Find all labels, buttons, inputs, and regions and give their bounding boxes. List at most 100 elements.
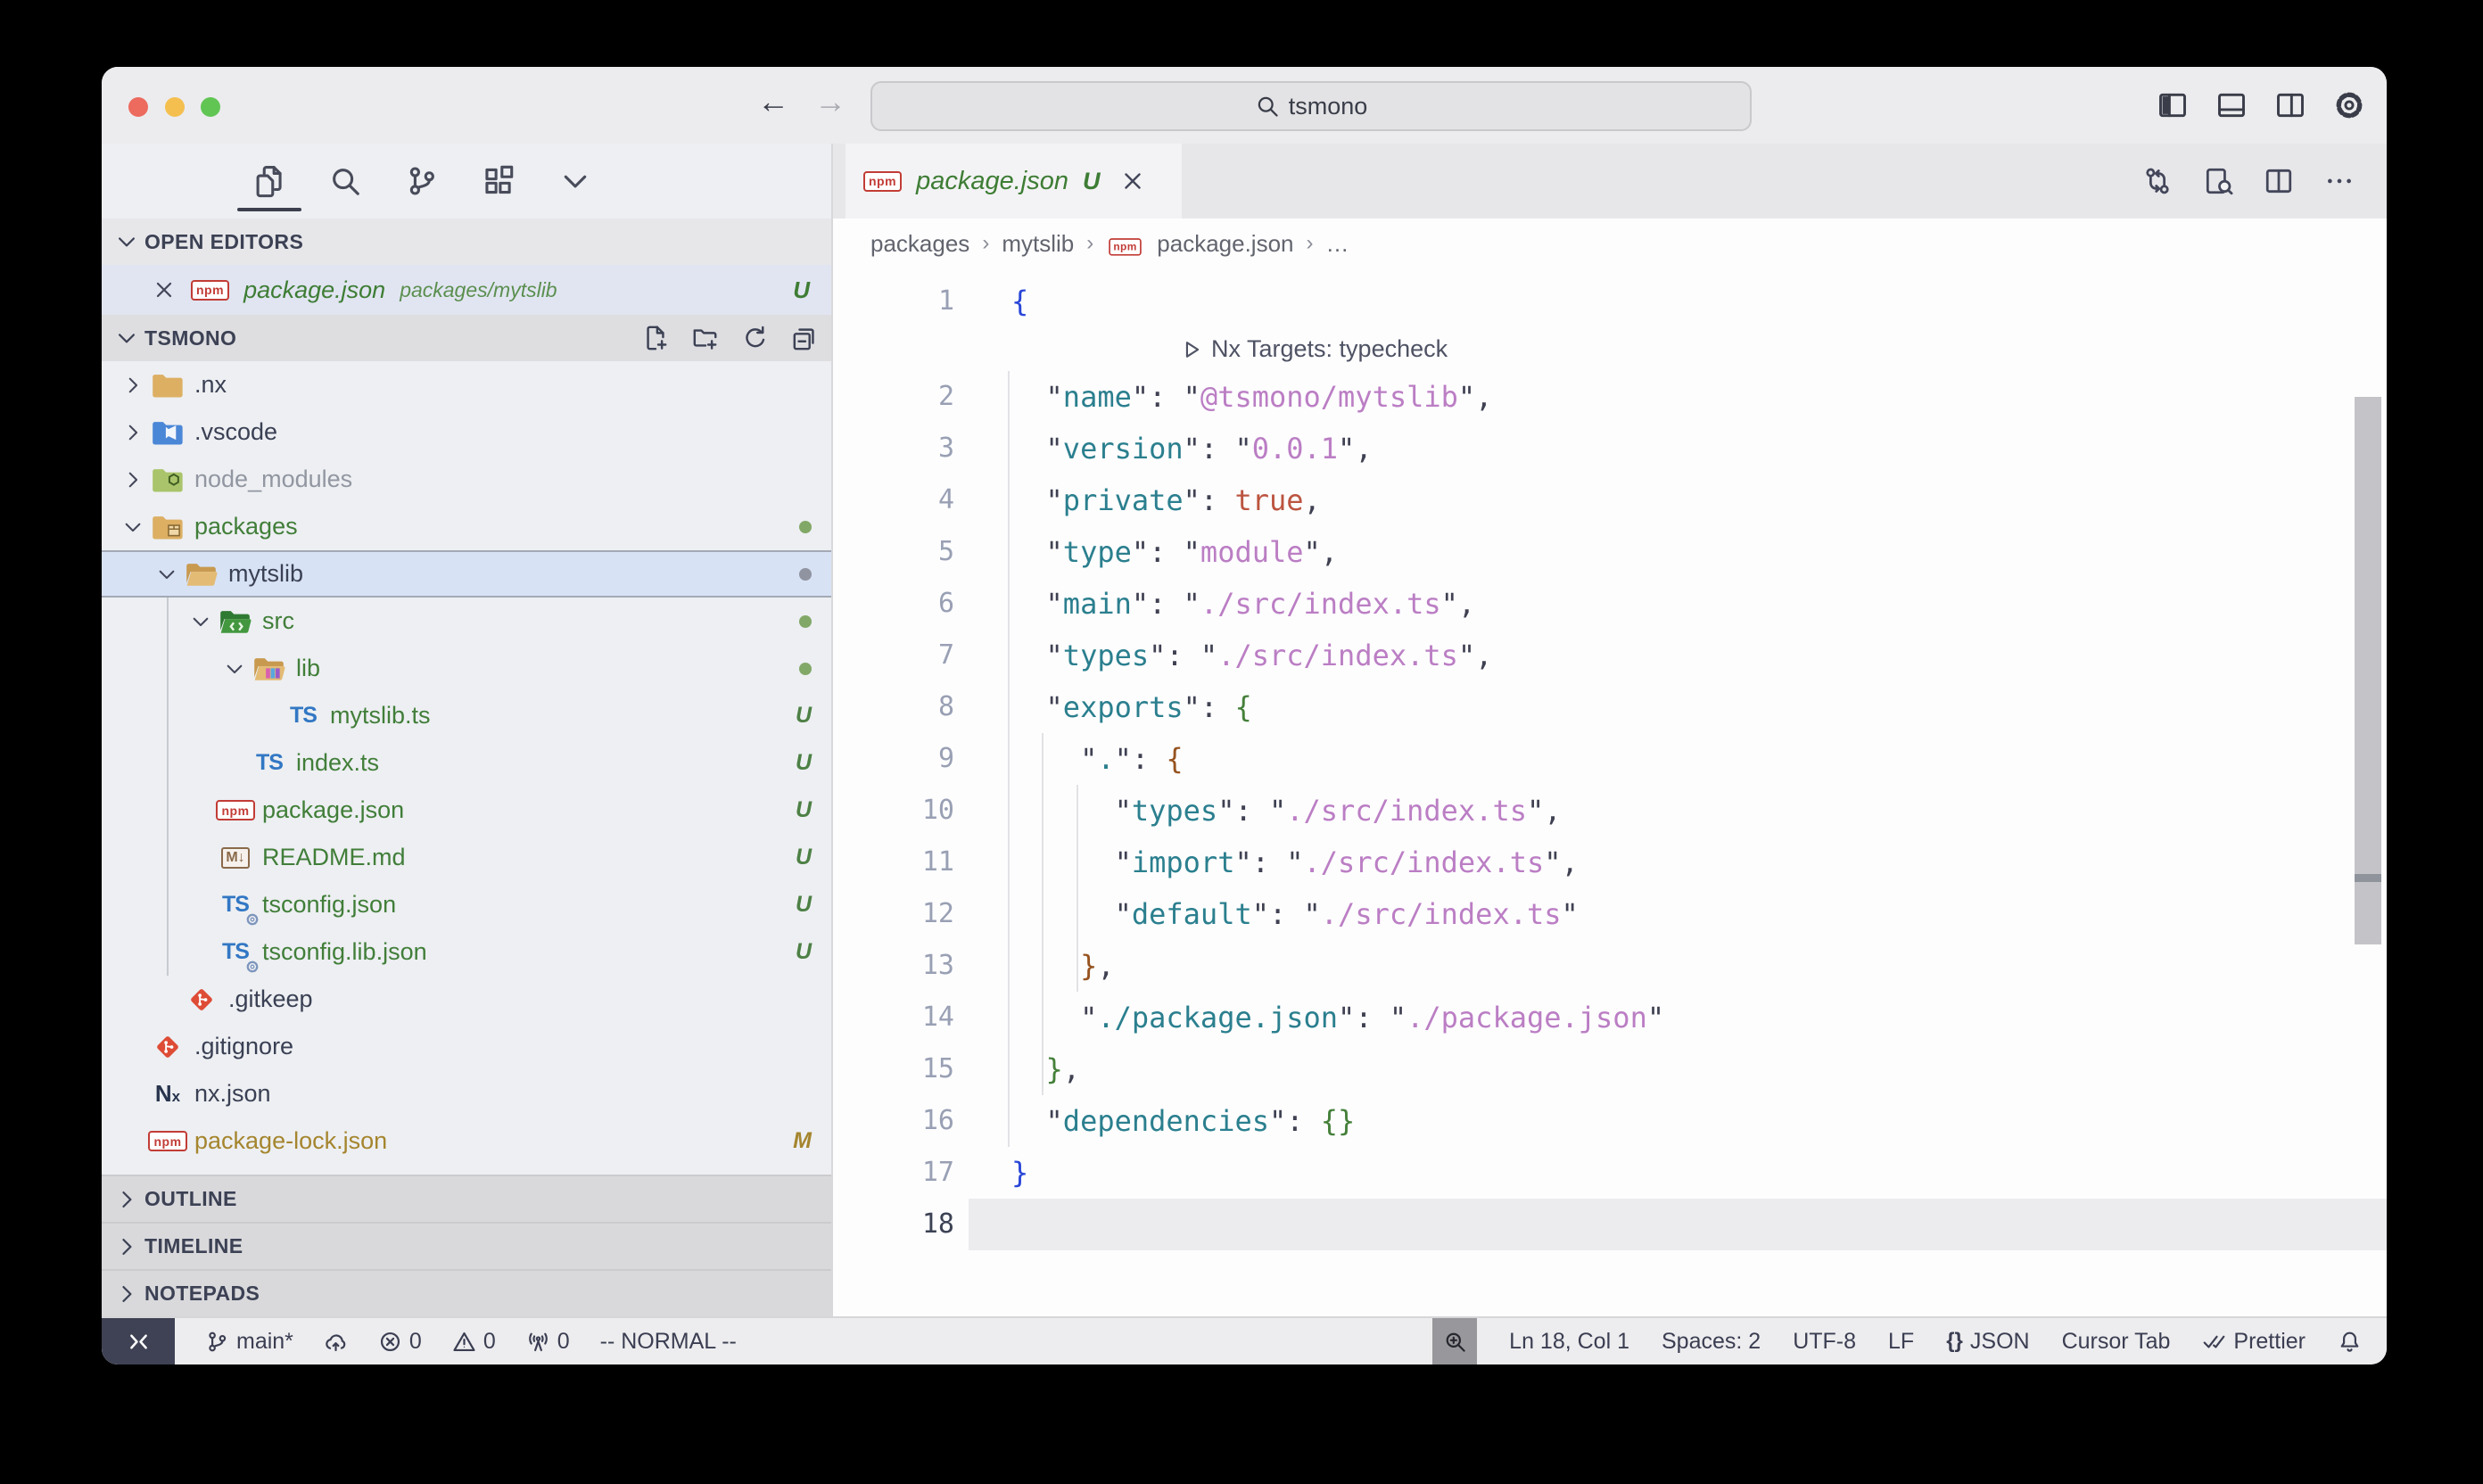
tree-item-README.md[interactable]: M↓README.mdU [102, 834, 831, 881]
sidebar-section-timeline[interactable]: TIMELINE [102, 1222, 831, 1269]
history-back-button[interactable]: ← [751, 83, 796, 120]
code-line[interactable]: 13 }, [833, 940, 2387, 992]
history-forward-button[interactable]: → [808, 83, 853, 120]
tree-item-package-lock.json[interactable]: npmpackage-lock.jsonM [102, 1117, 831, 1165]
new-file-icon[interactable] [642, 325, 669, 351]
tree-item-mytslib[interactable]: mytslib [102, 550, 831, 598]
breadcrumb-item[interactable]: mytslib [1002, 230, 1074, 258]
ellipsis-icon[interactable] [2324, 166, 2355, 196]
editor-scrollbar[interactable] [2355, 397, 2381, 944]
status-item-notifications[interactable] [2338, 1318, 2362, 1364]
breadcrumb-item[interactable]: packages [870, 230, 969, 258]
workspace-header[interactable]: TSMONO [102, 315, 831, 361]
chevron-right-icon[interactable] [116, 468, 150, 491]
minimize-window-button[interactable] [165, 97, 185, 117]
code-line[interactable]: 7 "types": "./src/index.ts", [833, 630, 2387, 681]
status-item-screencast-zoom[interactable] [1432, 1318, 1477, 1364]
layout-sidebar-left-icon[interactable] [2157, 89, 2189, 121]
view-chevron-down-icon[interactable] [558, 164, 592, 198]
zoom-window-button[interactable] [201, 97, 220, 117]
status-item-publish[interactable] [324, 1318, 348, 1364]
close-icon[interactable] [152, 277, 177, 302]
status-item-git-branch[interactable]: main* [205, 1318, 293, 1364]
status-item-indentation[interactable]: Spaces: 2 [1662, 1318, 1761, 1364]
code-line[interactable]: 16 "dependencies": {} [833, 1095, 2387, 1147]
sidebar-section-notepads[interactable]: NOTEPADS [102, 1269, 831, 1316]
status-item-vim-mode[interactable]: -- NORMAL -- [600, 1318, 737, 1364]
status-item-warnings[interactable]: 0 [452, 1318, 496, 1364]
status-item-eol[interactable]: LF [1888, 1318, 1914, 1364]
status-item-encoding[interactable]: UTF-8 [1793, 1318, 1856, 1364]
view-source-control-icon[interactable] [405, 164, 439, 198]
tree-item-tsconfig.lib.json[interactable]: TStsconfig.lib.jsonU [102, 928, 831, 976]
tree-item-tsconfig.json[interactable]: TStsconfig.jsonU [102, 881, 831, 928]
layout-panel-icon[interactable] [2215, 89, 2248, 121]
code-line[interactable]: 5 "type": "module", [833, 526, 2387, 578]
chevron-down-icon[interactable] [184, 610, 218, 633]
chevron-down-icon[interactable] [116, 515, 150, 539]
breadcrumb-item[interactable]: package.json [1157, 230, 1293, 258]
chevron-down-icon[interactable] [218, 657, 252, 680]
breadcrumb-item[interactable]: … [1326, 230, 1349, 258]
code-line[interactable]: 17} [833, 1147, 2387, 1199]
code-line[interactable]: 12 "default": "./src/index.ts" [833, 888, 2387, 940]
open-editors-header[interactable]: OPEN EDITORS [102, 218, 831, 265]
tree-item-package.json[interactable]: npmpackage.jsonU [102, 787, 831, 834]
view-extensions-icon[interactable] [482, 164, 516, 198]
refresh-icon[interactable] [742, 325, 769, 351]
codelens-nx-targets[interactable]: Nx Targets: typecheck [967, 327, 1448, 371]
code-line[interactable]: 9 ".": { [833, 733, 2387, 785]
tab-package-json[interactable]: npm package.json U [846, 144, 1182, 218]
close-tab-icon[interactable] [1119, 168, 1146, 194]
new-folder-icon[interactable] [692, 325, 719, 351]
layout-sidebar-right-icon[interactable] [2274, 89, 2306, 121]
status-item-errors[interactable]: 0 [378, 1318, 422, 1364]
chevron-right-icon[interactable] [116, 374, 150, 397]
code-line[interactable]: 6 "main": "./src/index.ts", [833, 578, 2387, 630]
code-line[interactable]: 15 }, [833, 1043, 2387, 1095]
view-search-icon[interactable] [328, 164, 362, 198]
open-editor-item[interactable]: npm package.json packages/mytslib U [102, 265, 831, 315]
code-line[interactable]: 10 "types": "./src/index.ts", [833, 785, 2387, 837]
status-item-formatter[interactable]: Prettier [2202, 1318, 2306, 1364]
tree-item-index.ts[interactable]: TSindex.tsU [102, 739, 831, 787]
tree-item-mytslib.ts[interactable]: TSmytslib.tsU [102, 692, 831, 739]
status-item-ports[interactable]: 0 [526, 1318, 570, 1364]
tree-item-.nx[interactable]: .nx [102, 361, 831, 408]
tree-item-src[interactable]: src [102, 598, 831, 645]
code-line[interactable]: 1{ [833, 276, 2387, 327]
titlebar[interactable]: ← → tsmono [102, 67, 2387, 144]
tree-item-.gitkeep[interactable]: .gitkeep [102, 976, 831, 1023]
code-line[interactable]: 14 "./package.json": "./package.json" [833, 992, 2387, 1043]
code-line[interactable]: 8 "exports": { [833, 681, 2387, 733]
collapse-all-icon[interactable] [792, 325, 819, 351]
chevron-down-icon[interactable] [150, 563, 184, 586]
view-files-icon[interactable] [252, 164, 285, 198]
code-line[interactable]: 11 "import": "./src/index.ts", [833, 837, 2387, 888]
split-editor-icon[interactable] [2264, 166, 2294, 196]
tree-item-nx.json[interactable]: Nxnx.json [102, 1070, 831, 1117]
status-item-remote-indicator[interactable] [102, 1318, 175, 1364]
tree-item-packages[interactable]: packages [102, 503, 831, 550]
code-line[interactable]: 3 "version": "0.0.1", [833, 423, 2387, 474]
status-item-language-mode[interactable]: {}JSON [1946, 1318, 2029, 1364]
code-line[interactable]: 18 [833, 1199, 2387, 1250]
search-editor-icon[interactable] [2203, 166, 2233, 196]
command-center-search[interactable]: tsmono [870, 81, 1752, 131]
tree-item-.vscode[interactable]: .vscode [102, 408, 831, 456]
tree-item-node-modules[interactable]: node_modules [102, 456, 831, 503]
tree-item-.gitignore[interactable]: .gitignore [102, 1023, 831, 1070]
compare-icon[interactable] [2142, 166, 2173, 196]
editor-body[interactable]: 1{Nx Targets: typecheck2 "name": "@tsmon… [833, 268, 2387, 1316]
tree-item-lib[interactable]: lib [102, 645, 831, 692]
gear-icon[interactable] [2333, 89, 2365, 121]
close-window-button[interactable] [128, 97, 148, 117]
chevron-right-icon[interactable] [116, 421, 150, 444]
code-line[interactable]: 2 "name": "@tsmono/mytslib", [833, 371, 2387, 423]
tab-label: package.json [916, 167, 1068, 196]
chevron-right-icon [114, 1187, 139, 1212]
sidebar-section-outline[interactable]: OUTLINE [102, 1175, 831, 1222]
status-item-cursor-position[interactable]: Ln 18, Col 1 [1509, 1318, 1629, 1364]
status-item-cursor-tab[interactable]: Cursor Tab [2062, 1318, 2171, 1364]
code-line[interactable]: 4 "private": true, [833, 474, 2387, 526]
